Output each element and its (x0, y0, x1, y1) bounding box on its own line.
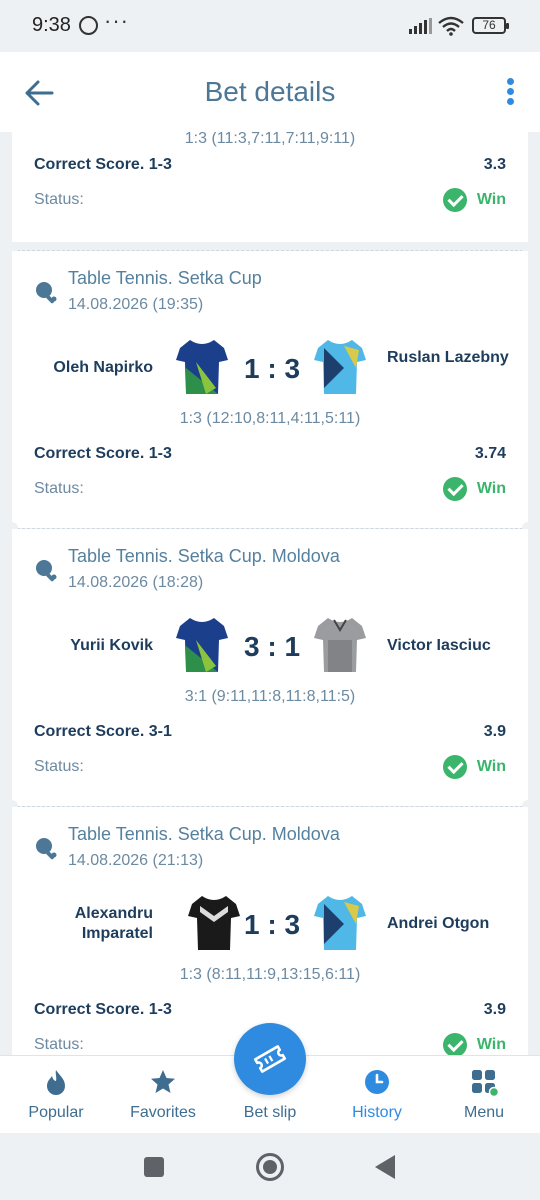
wifi-icon (438, 16, 464, 36)
set-scores: 1:3 (12:10,8:11,4:11,5:11) (179, 410, 361, 427)
nav-history-label: History (352, 1104, 402, 1121)
match-score: 1 : 3 (243, 353, 301, 384)
check-icon (442, 188, 467, 212)
bet-card[interactable]: Table Tennis. Setka Cup. Moldova 14.08.2… (12, 807, 528, 1055)
status-time: 9:38 (32, 14, 71, 36)
nav-favorites-label: Favorites (130, 1104, 196, 1121)
team-home: Oleh Napirko (53, 359, 153, 376)
nav-popular[interactable]: Popular (2, 1056, 110, 1134)
team-away: Andrei Otgon (387, 915, 490, 932)
nav-favorites[interactable]: Favorites (109, 1056, 217, 1134)
status-badge: Win (442, 1033, 506, 1055)
nav-menu[interactable]: Menu (430, 1056, 538, 1134)
table-tennis-icon (36, 560, 57, 582)
odds-value: 3.3 (483, 156, 506, 173)
status-badge: Win (442, 755, 506, 779)
nav-betslip-label: Bet slip (243, 1104, 297, 1121)
market-label: Correct Score. 3-1 (34, 723, 172, 740)
more-notifications-icon: ··· (104, 8, 129, 33)
clock-icon (365, 1070, 389, 1094)
market-label: Correct Score. 1-3 (34, 1001, 172, 1018)
match-date: 14.08.2026 (18:28) (68, 574, 204, 591)
check-icon (442, 1033, 467, 1055)
more-options-icon[interactable] (504, 78, 516, 108)
market-label: Correct Score. 1-3 (34, 156, 172, 173)
recents-icon[interactable] (144, 1157, 164, 1177)
system-nav-bar (0, 1133, 540, 1200)
status-value: Win (476, 1036, 506, 1053)
market-label: Correct Score. 1-3 (34, 445, 172, 462)
team-home: Alexandru Imparatel (74, 905, 153, 942)
status-label: Status: (34, 480, 84, 497)
home-icon[interactable] (256, 1153, 284, 1181)
match-date: 14.08.2026 (19:35) (68, 296, 204, 313)
check-icon (442, 755, 467, 779)
menu-grid-icon (472, 1070, 498, 1096)
jersey-icon (314, 340, 366, 394)
team-home: Yurii Kovik (70, 637, 153, 654)
team-away: Ruslan Lazebny (387, 349, 509, 366)
jersey-icon (176, 340, 228, 394)
bet-card[interactable]: Table Tennis. Setka Cup. Moldova 14.08.2… (12, 529, 528, 806)
match-score: 1 : 3 (243, 909, 301, 940)
bet-card[interactable]: Table Tennis. Setka Cup 14.08.2026 (19:3… (12, 251, 528, 528)
ticket-icon (253, 1045, 287, 1073)
jersey-icon (314, 618, 366, 672)
tournament-name: Table Tennis. Setka Cup (68, 268, 262, 288)
page-title: Bet details (204, 76, 336, 107)
nav-history[interactable]: History (323, 1056, 431, 1134)
table-tennis-icon (36, 838, 57, 860)
betslip-button[interactable] (234, 1023, 306, 1095)
status-value: Win (476, 480, 506, 497)
check-icon (442, 477, 467, 501)
tournament-name: Table Tennis. Setka Cup. Moldova (68, 824, 340, 844)
status-bar: 9:38 ··· 76 (0, 0, 540, 52)
bet-card-partial: 1:3 (11:3,7:11,7:11,9:11) Correct Score.… (12, 132, 528, 242)
status-value: Win (476, 758, 506, 775)
status-label: Status: (34, 758, 84, 775)
odds-value: 3.9 (483, 1001, 506, 1018)
nav-menu-label: Menu (463, 1104, 505, 1121)
nav-popular-label: Popular (28, 1104, 84, 1121)
signal-icon (409, 18, 432, 34)
bet-list[interactable]: 1:3 (11:3,7:11,7:11,9:11) Correct Score.… (0, 132, 540, 1055)
system-back-icon[interactable] (375, 1155, 395, 1179)
app-header: Bet details (0, 52, 540, 132)
match-date: 14.08.2026 (21:13) (68, 852, 204, 869)
jersey-icon (314, 896, 366, 950)
set-scores: 1:3 (8:11,11:9,13:15,6:11) (179, 966, 361, 983)
table-tennis-icon (36, 282, 57, 304)
tournament-name: Table Tennis. Setka Cup. Moldova (68, 546, 340, 566)
match-score: 3 : 1 (243, 631, 301, 662)
status-label: Status: (34, 191, 84, 208)
odds-value: 3.9 (483, 723, 506, 740)
set-scores: 3:1 (9:11,11:8,11:8,11:5) (184, 688, 356, 705)
battery-icon: 76 (472, 17, 509, 34)
status-badge: Win (442, 188, 506, 212)
status-badge: Win (442, 477, 506, 501)
status-label: Status: (34, 1036, 84, 1053)
jersey-icon (176, 618, 228, 672)
star-icon (151, 1070, 175, 1093)
odds-value: 3.74 (474, 445, 506, 462)
flame-icon (47, 1070, 65, 1095)
whatsapp-icon (79, 16, 98, 35)
set-scores: 1:3 (11:3,7:11,7:11,9:11) (184, 132, 356, 147)
status-value: Win (476, 191, 506, 208)
team-away: Victor Iasciuc (387, 637, 491, 654)
